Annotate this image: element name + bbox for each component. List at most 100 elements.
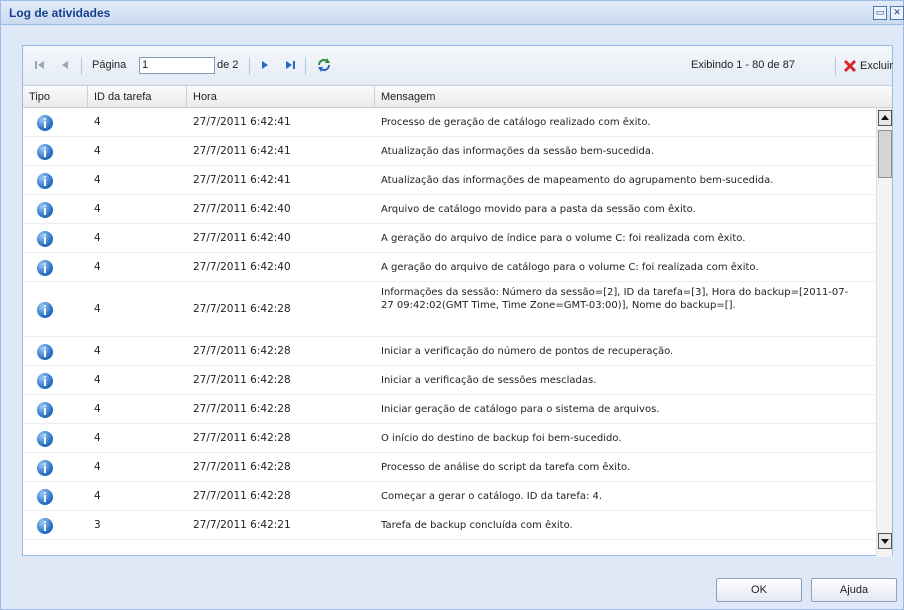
toolbar-separator	[835, 57, 836, 75]
time-cell: 27/7/2011 6:42:40	[193, 202, 291, 215]
window-title: Log de atividades	[9, 6, 111, 20]
message-cell: Iniciar geração de catálogo para o siste…	[381, 403, 660, 415]
table-row[interactable]: 4 27/7/2011 6:42:40 Arquivo de catálogo mo…	[23, 195, 876, 224]
table-row[interactable]: 4 27/7/2011 6:42:41 Atualização das inform…	[23, 137, 876, 166]
help-button[interactable]: Ajuda	[811, 578, 897, 602]
column-header-time[interactable]: Hora	[187, 86, 375, 108]
scroll-down-button[interactable]	[878, 533, 892, 549]
time-cell: 27/7/2011 6:42:28	[193, 302, 291, 315]
message-cell: Processo de geração de catálogo realizad…	[381, 116, 651, 128]
task-id-cell: 4	[94, 144, 101, 157]
message-cell: Iniciar a verificação do número de ponto…	[381, 345, 674, 357]
message-cell: Tarefa de backup concluída com êxito.	[381, 519, 573, 531]
task-id-cell: 4	[94, 431, 101, 444]
time-cell: 27/7/2011 6:42:28	[193, 402, 291, 415]
task-id-cell: 4	[94, 344, 101, 357]
column-header-task-id[interactable]: ID da tarefa	[88, 86, 187, 108]
task-id-cell: 4	[94, 231, 101, 244]
last-page-button[interactable]	[283, 58, 297, 72]
table-row[interactable]: 3 27/7/2011 6:42:21 Tarefa de backup concl…	[23, 511, 876, 540]
first-page-button[interactable]	[33, 58, 47, 72]
arrow-down-icon	[881, 539, 889, 544]
time-cell: 27/7/2011 6:42:28	[193, 373, 291, 386]
next-page-button[interactable]	[258, 58, 272, 72]
table-row[interactable]: 4 27/7/2011 6:42:28 Processo de análise do…	[23, 453, 876, 482]
task-id-cell: 4	[94, 489, 101, 502]
time-cell: 27/7/2011 6:42:28	[193, 489, 291, 502]
table-row[interactable]: 4 27/7/2011 6:42:40 A geração do arquivo d…	[23, 253, 876, 282]
table-row[interactable]: 4 27/7/2011 6:42:41 Atualização das inform…	[23, 166, 876, 195]
message-cell: Iniciar a verificação de sessões mesclad…	[381, 374, 597, 386]
grid-body: 4 27/7/2011 6:42:41 Processo de geração de…	[23, 108, 876, 549]
time-cell: 27/7/2011 6:42:28	[193, 344, 291, 357]
time-cell: 27/7/2011 6:42:40	[193, 260, 291, 273]
info-icon	[37, 401, 53, 418]
maximize-button[interactable]: ▭	[873, 6, 887, 20]
time-cell: 27/7/2011 6:42:28	[193, 431, 291, 444]
log-grid-panel: Página 1 de 2 Exibindo 1 - 80 de 87 Excl…	[22, 45, 893, 557]
message-cell: Arquivo de catálogo movido para a pasta …	[381, 203, 696, 215]
table-row[interactable]: 4 27/7/2011 6:42:40 A geração do arquivo d…	[23, 224, 876, 253]
message-cell: Começar a gerar o catálogo. ID da tarefa…	[381, 490, 603, 502]
column-header-message[interactable]: Mensagem	[375, 86, 876, 108]
info-icon	[37, 230, 53, 247]
column-header-type[interactable]: Tipo	[23, 86, 88, 108]
task-id-cell: 4	[94, 173, 101, 186]
info-icon	[37, 517, 53, 534]
table-row[interactable]: 4 27/7/2011 6:42:28 Iniciar a verificação …	[23, 337, 876, 366]
message-cell: Processo de análise do script da tarefa …	[381, 461, 631, 473]
task-id-cell: 4	[94, 402, 101, 415]
message-cell: O início do destino de backup foi bem-su…	[381, 432, 622, 444]
table-row[interactable]: 4 27/7/2011 6:42:41 Processo de geração de…	[23, 108, 876, 137]
prev-page-button[interactable]	[58, 58, 72, 72]
message-cell: A geração do arquivo de catálogo para o …	[381, 261, 759, 273]
time-cell: 27/7/2011 6:42:28	[193, 460, 291, 473]
grid-header: Tipo ID da tarefa Hora Mensagem	[23, 86, 892, 108]
info-icon	[37, 372, 53, 389]
info-icon	[37, 459, 53, 476]
page-label: Página	[92, 59, 127, 71]
scroll-up-button[interactable]	[878, 110, 892, 126]
table-row[interactable]: 4 27/7/2011 6:42:28 Começar a gerar o catá…	[23, 482, 876, 511]
info-icon	[37, 259, 53, 276]
task-id-cell: 4	[94, 373, 101, 386]
activity-log-window: Log de atividades ▭ ✕ Página 1 de 2 Exib…	[0, 0, 904, 610]
next-page-icon	[262, 61, 268, 69]
info-icon	[37, 143, 53, 160]
toolbar-separator	[81, 57, 82, 75]
message-cell: Atualização das informações da sessão be…	[381, 145, 655, 157]
info-icon	[37, 301, 53, 318]
toolbar-separator	[249, 57, 250, 75]
ok-button[interactable]: OK	[716, 578, 802, 602]
task-id-cell: 4	[94, 260, 101, 273]
title-bar[interactable]: Log de atividades ▭ ✕	[1, 1, 904, 25]
task-id-cell: 4	[94, 460, 101, 473]
delete-button[interactable]: Excluir	[843, 56, 893, 76]
first-page-icon	[35, 61, 44, 69]
info-icon	[37, 343, 53, 360]
page-number-input[interactable]: 1	[139, 57, 215, 74]
close-button[interactable]: ✕	[890, 6, 904, 20]
refresh-button[interactable]	[315, 56, 333, 74]
vertical-scrollbar[interactable]	[876, 108, 892, 557]
maximize-icon: ▭	[875, 8, 885, 18]
scrollbar-thumb[interactable]	[878, 130, 892, 178]
arrow-up-icon	[881, 115, 889, 120]
time-cell: 27/7/2011 6:42:40	[193, 231, 291, 244]
info-icon	[37, 114, 53, 131]
close-icon: ✕	[893, 8, 901, 18]
task-id-cell: 4	[94, 302, 101, 315]
table-row[interactable]: 4 27/7/2011 6:42:28 O início do destino de…	[23, 424, 876, 453]
time-cell: 27/7/2011 6:42:41	[193, 144, 291, 157]
message-cell: Informações da sessão: Número da sessão=…	[381, 287, 849, 311]
info-icon	[37, 488, 53, 505]
task-id-cell: 3	[94, 518, 101, 531]
table-row[interactable]: 4 27/7/2011 6:42:28 Iniciar a verificação …	[23, 366, 876, 395]
prev-page-icon	[62, 61, 68, 69]
info-icon	[37, 201, 53, 218]
table-row[interactable]: 4 27/7/2011 6:42:28 Iniciar geração de cat…	[23, 395, 876, 424]
info-icon	[37, 172, 53, 189]
table-row[interactable]: 4 27/7/2011 6:42:28 Informações da sessão:…	[23, 282, 876, 337]
info-icon	[37, 430, 53, 447]
last-page-icon	[286, 61, 295, 69]
